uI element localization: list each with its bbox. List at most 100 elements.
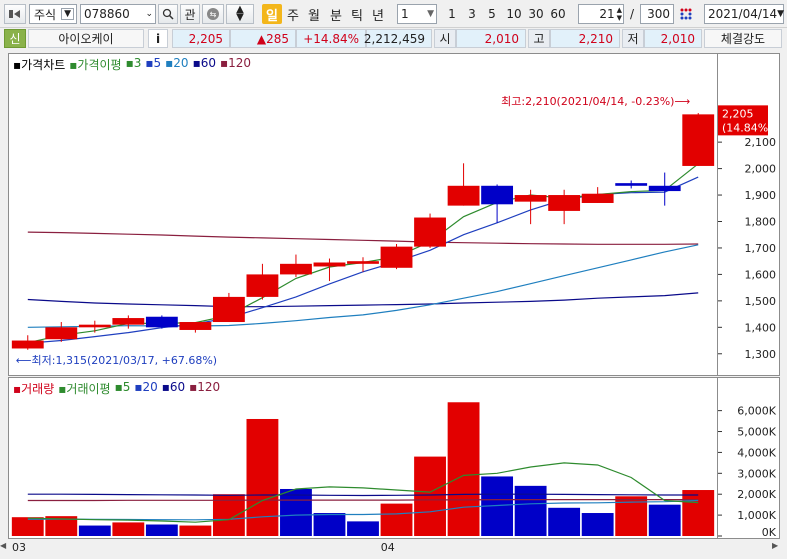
period-minute-label: 분 (330, 8, 342, 24)
unit-3[interactable]: 3 (464, 4, 480, 24)
price-legend-item[interactable]: ▪20 (165, 56, 188, 73)
price-legend-item[interactable]: ▪5 (145, 56, 161, 73)
price-tick-label: 1,300 (745, 348, 777, 361)
unit-1[interactable]: 1 (444, 4, 460, 24)
price-tick-label: 2,100 (745, 136, 777, 149)
code-input[interactable]: 078860 ⌄ (80, 4, 156, 24)
high-price-text: 2,210 (578, 31, 613, 46)
price-tick-label: 1,800 (745, 216, 777, 229)
unit-60[interactable]: 60 (548, 4, 568, 24)
unit-10[interactable]: 10 (504, 4, 524, 24)
price-legend-item[interactable]: ▪가격차트 (13, 56, 65, 73)
total-count-field[interactable]: 300 (640, 4, 674, 24)
volume-legend-item[interactable]: ▪120 (189, 380, 220, 397)
price-chart-pane[interactable]: 최고:2,210(2021/04/14, -0.23%)⟶ ⟵최저:1,315(2… (8, 53, 718, 376)
date-picker[interactable]: 2021/04/14 ▼ (704, 4, 784, 24)
volume-bar (145, 524, 178, 536)
open-label: 시 (434, 29, 456, 48)
price-ma20-line (27, 244, 699, 328)
price-legend-item[interactable]: ▪가격이평 (69, 56, 121, 73)
market-select[interactable]: 주식 ▼ (29, 4, 77, 24)
candle-body (481, 185, 514, 205)
low-label-text: 저 (627, 32, 639, 46)
scroll-left-icon[interactable]: ◀ (0, 541, 8, 555)
low-annotation: ⟵최저:1,315(2021/03/17, +67.68%) (16, 354, 217, 367)
candle-body (414, 217, 446, 247)
scroll-updown-icon[interactable]: ▲ ▼ (226, 4, 254, 24)
price-chart[interactable]: 최고:2,210(2021/04/14, -0.23%)⟶ ⟵최저:1,315(2… (9, 54, 717, 375)
volume-bar (380, 503, 413, 536)
candle-body (581, 193, 614, 203)
window-menu-icon[interactable] (4, 4, 26, 24)
price-legend: ▪가격차트 ▪가격이평 ▪3 ▪5 ▪20 ▪60 ▪120 (13, 56, 251, 73)
unit-5-label: 5 (488, 7, 496, 21)
chevron-down-icon: ⌄ (145, 9, 153, 19)
period-day-label: 일 (266, 8, 278, 24)
change-percent-text: +14.84% (303, 31, 359, 46)
swap-icon[interactable]: ⇆ (202, 4, 224, 24)
price-tick-label: 2,000 (745, 163, 777, 176)
volume-legend-item[interactable]: ▪60 (162, 380, 185, 397)
settings-dots-icon[interactable] (676, 4, 696, 24)
price-ma60-line (27, 292, 699, 308)
volume-legend-item[interactable]: ▪5 (115, 380, 131, 397)
volume-chart[interactable] (9, 378, 717, 538)
volume-tick-label: 1,000K (737, 509, 776, 522)
trade-strength-button[interactable]: 체결강도 (704, 29, 782, 48)
unit-select[interactable]: 1 ▼ (397, 4, 437, 24)
toolbar: 주식 ▼ 078860 ⌄ 관 ⇆ ▲ ▼ 일 주 월 분 틱 년 1 ▼ 1 3… (0, 0, 787, 28)
price-legend-item[interactable]: ▪3 (126, 56, 142, 73)
low-price-text: 2,010 (660, 31, 695, 46)
unit-30[interactable]: 30 (526, 4, 546, 24)
date-value: 2021/04/14 (708, 7, 778, 21)
volume-bar (246, 418, 279, 536)
volume-legend-item[interactable]: ▪거래이평 (58, 380, 110, 397)
period-year[interactable]: 년 (369, 4, 387, 24)
search-icon[interactable] (158, 4, 178, 24)
volume-legend-item[interactable]: ▪20 (134, 380, 157, 397)
price-axis-svg: 1,300 1,400 1,500 1,600 1,700 1,800 1,900 2,000… (718, 105, 777, 361)
volume-bar (313, 513, 346, 536)
volume-chart-pane[interactable]: ▪거래량 ▪거래이평 ▪5 ▪20 ▪60 ▪120 (8, 377, 718, 539)
volume-bar (514, 485, 547, 536)
candle-body (514, 195, 547, 202)
low-price: 2,010 (644, 29, 702, 48)
chevron-down-icon: ▼ (777, 9, 785, 19)
current-pct-label: (14.84%) (722, 121, 773, 134)
candle-body (313, 262, 346, 267)
candle-body (347, 261, 379, 264)
period-minute[interactable]: 분 (327, 4, 345, 24)
period-week[interactable]: 주 (284, 4, 302, 24)
total-count-value: 300 (647, 7, 670, 21)
unit-5[interactable]: 5 (484, 4, 500, 24)
stock-name[interactable]: 아이오케이 (28, 29, 144, 48)
trade-strength-label: 체결강도 (720, 32, 766, 46)
period-tick[interactable]: 틱 (348, 4, 366, 24)
candle-body (45, 327, 78, 340)
trade-volume: 2,212,459 (364, 29, 432, 48)
scroll-right-icon[interactable]: ▶ (772, 541, 784, 555)
period-month[interactable]: 월 (305, 4, 323, 24)
volume-legend-item[interactable]: ▪거래량 (13, 380, 54, 397)
price-legend-item[interactable]: ▪60 (193, 56, 216, 73)
volume-bar (280, 488, 312, 536)
current-price-text: 2,205 (188, 31, 223, 46)
price-tick-label: 1,400 (745, 321, 777, 334)
open-label-text: 시 (439, 32, 451, 46)
current-price: 2,205 (172, 29, 230, 48)
volume-bar (347, 521, 379, 536)
price-legend-item[interactable]: ▪120 (220, 56, 251, 73)
high-label: 고 (528, 29, 550, 48)
price-axis: 1,300 1,400 1,500 1,600 1,700 1,800 1,900 2,000… (718, 53, 780, 376)
volume-legend: ▪거래량 ▪거래이평 ▪5 ▪20 ▪60 ▪120 (13, 380, 220, 397)
candle-body (246, 274, 279, 297)
high-label-text: 고 (533, 32, 545, 46)
market-select-value: 주식 (34, 7, 57, 22)
open-price: 2,010 (456, 29, 526, 48)
count-stepper[interactable]: 21 ▲ ▼ (578, 4, 624, 24)
count-separator-text: / (629, 7, 635, 21)
period-day[interactable]: 일 (262, 4, 282, 24)
price-tick-label: 1,900 (745, 189, 777, 202)
info-button[interactable]: i (148, 29, 168, 48)
interest-button[interactable]: 관 (180, 4, 200, 24)
